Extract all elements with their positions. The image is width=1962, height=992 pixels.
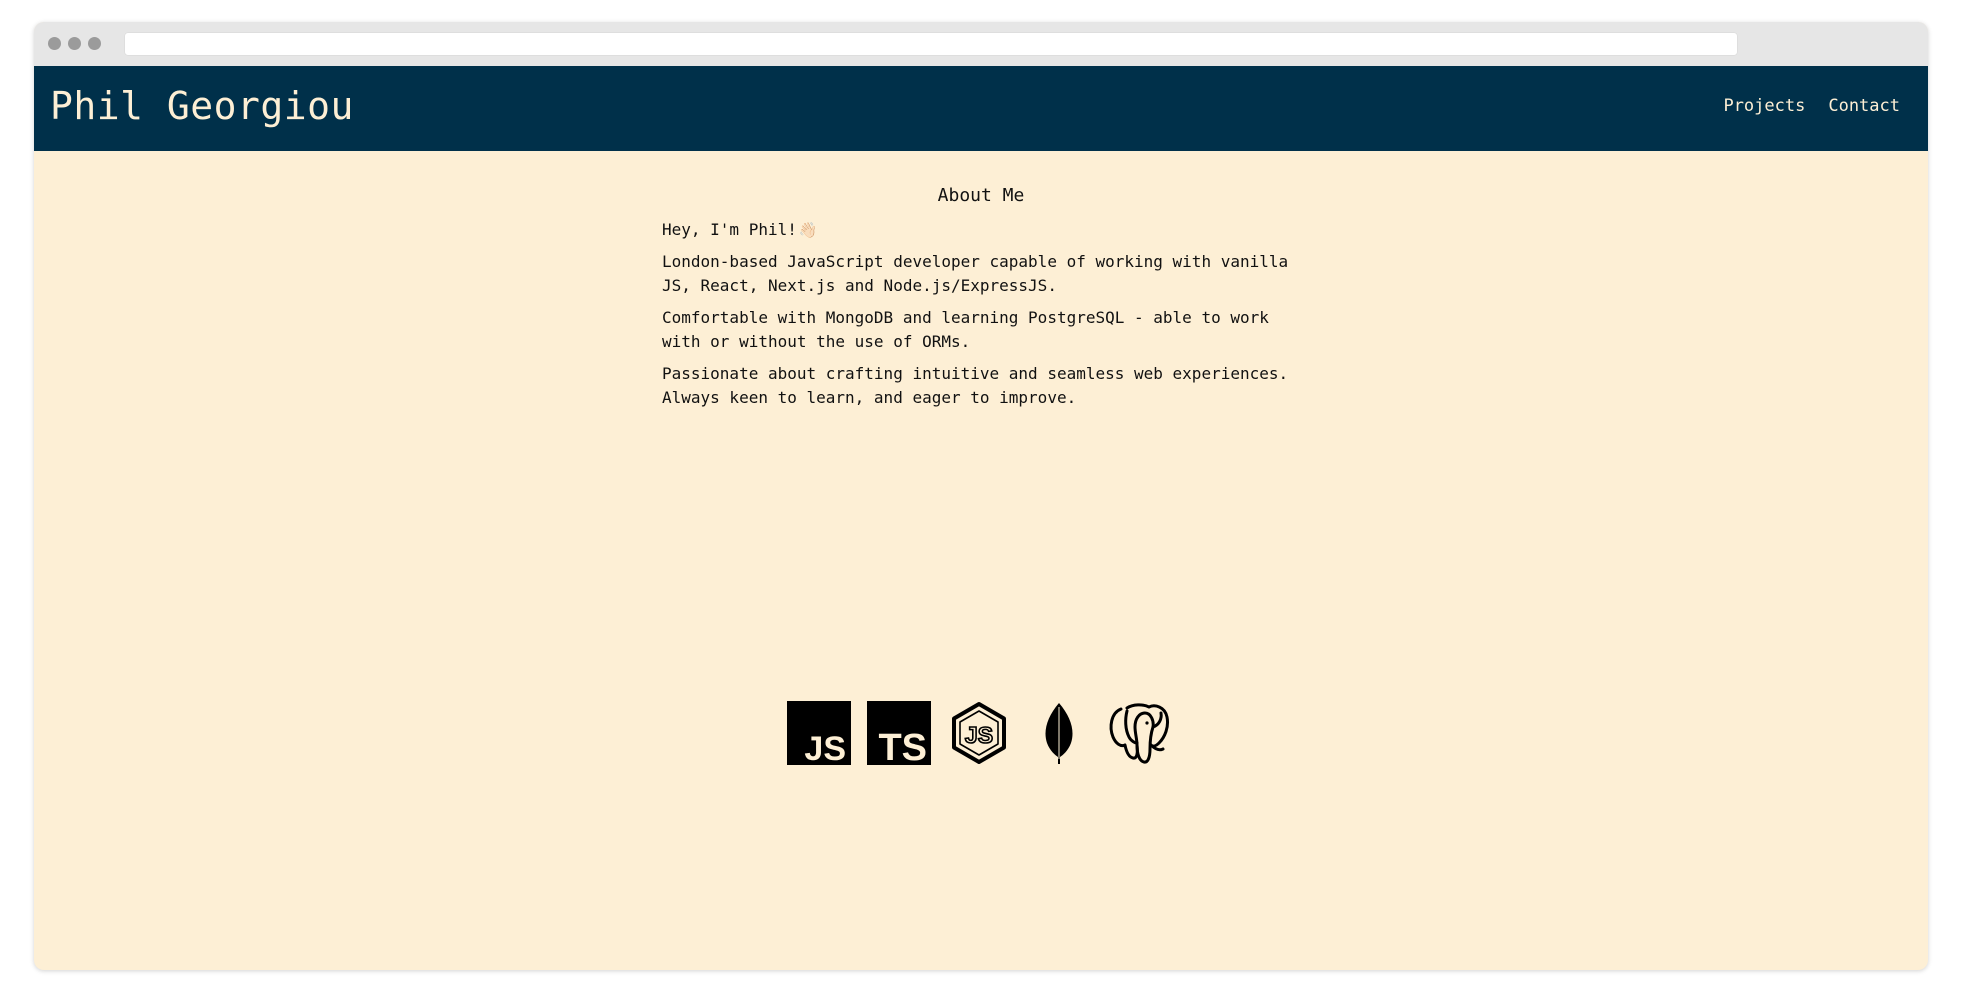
nav-link-contact[interactable]: Contact xyxy=(1828,96,1900,116)
nav-links: Projects Contact xyxy=(1723,96,1900,116)
nodejs-icon-label: JS xyxy=(965,722,993,748)
tech-icons: JS TS JS xyxy=(787,701,1171,765)
browser-chrome xyxy=(34,22,1928,66)
about-section: About Me Hey, I'm Phil! 👋🏻 London-based J… xyxy=(662,185,1300,418)
about-title: About Me xyxy=(937,185,1025,206)
window-controls xyxy=(48,37,101,50)
navbar: Phil Georgiou Projects Contact xyxy=(34,66,1928,151)
site-title[interactable]: Phil Georgiou xyxy=(50,84,354,128)
about-paragraph: Passionate about crafting intuitive and … xyxy=(662,364,1289,407)
typescript-icon-label: TS xyxy=(878,727,927,765)
nav-link-projects[interactable]: Projects xyxy=(1723,96,1805,116)
about-greeting: Hey, I'm Phil! 👋🏻 xyxy=(662,218,1300,242)
waving-hand-icon: 👋🏻 xyxy=(798,221,818,239)
browser-window: Phil Georgiou Projects Contact About Me … xyxy=(34,22,1928,970)
about-paragraph: Comfortable with MongoDB and learning Po… xyxy=(662,308,1269,351)
window-dot-maximize[interactable] xyxy=(88,37,101,50)
about-paragraph: London-based JavaScript developer capabl… xyxy=(662,252,1289,295)
nodejs-icon: JS xyxy=(952,702,1006,764)
window-dot-close[interactable] xyxy=(48,37,61,50)
address-bar[interactable] xyxy=(124,32,1738,56)
greeting-text: Hey, I'm Phil! xyxy=(662,220,797,239)
javascript-icon-label: JS xyxy=(804,730,846,765)
window-dot-minimize[interactable] xyxy=(68,37,81,50)
postgresql-elephant-icon xyxy=(1109,703,1169,764)
javascript-icon: JS xyxy=(787,701,851,765)
main-content: About Me Hey, I'm Phil! 👋🏻 London-based J… xyxy=(34,151,1928,970)
mongodb-leaf-icon xyxy=(1045,703,1073,764)
typescript-icon: TS xyxy=(867,701,931,765)
